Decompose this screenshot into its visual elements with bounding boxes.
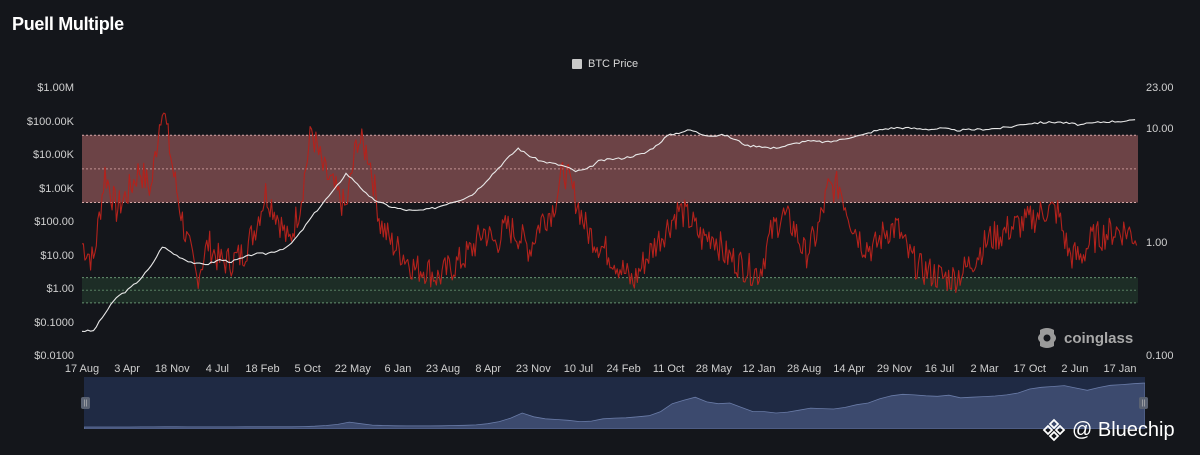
navigator-area-chart: [84, 382, 1145, 429]
x-axis-tick: 8 Apr: [475, 363, 502, 375]
left-axis-tick: $0.1000: [34, 316, 74, 329]
watermark-text: coinglass: [1064, 329, 1134, 347]
left-axis-tick: $1.00K: [39, 182, 74, 195]
x-axis-tick: 11 Oct: [652, 363, 685, 375]
left-axis-tick: $10.00: [40, 249, 74, 262]
x-axis-tick: 18 Feb: [245, 363, 280, 375]
right-axis-tick: 10.00: [1146, 123, 1174, 136]
x-axis-tick: 17 Aug: [64, 363, 100, 375]
x-axis-tick: 29 Nov: [876, 363, 912, 375]
x-axis-tick: 12 Jan: [742, 363, 776, 375]
coinglass-watermark: coinglass: [1036, 326, 1133, 350]
x-axis-tick: 28 Aug: [786, 363, 822, 375]
left-axis-tick: $100.00: [34, 216, 74, 228]
x-axis-tick: 18 Nov: [154, 363, 190, 375]
right-axis-tick: 0.100: [1146, 350, 1174, 362]
x-axis-tick: 28 May: [695, 363, 732, 375]
left-axis-tick: $0.0100: [34, 350, 74, 362]
range-navigator[interactable]: || ||: [81, 377, 1148, 429]
x-axis-tick: 4 Jul: [205, 363, 230, 375]
x-axis-tick: 23 Nov: [515, 363, 551, 375]
brand-text: @ Bluechip: [1072, 418, 1175, 441]
x-axis-tick: 6 Jan: [384, 363, 412, 375]
left-axis-tick: $10.00K: [33, 149, 74, 161]
navigator-right-handle[interactable]: ||: [1139, 397, 1148, 409]
navigator-left-handle[interactable]: ||: [81, 397, 90, 409]
left-axis-tick: $1.00: [46, 283, 74, 295]
right-axis-tick: 1.00: [1146, 236, 1168, 249]
x-axis-tick: 24 Feb: [606, 363, 641, 375]
left-axis-tick: $1.00M: [37, 82, 74, 94]
x-axis-tick: 10 Jul: [563, 363, 594, 375]
x-axis-tick: 2 Jun: [1061, 363, 1089, 375]
x-axis-tick: 22 May: [334, 363, 371, 375]
x-axis-tick: 5 Oct: [294, 363, 321, 375]
coinglass-logo-icon: [1038, 328, 1056, 348]
x-axis-tick: 3 Apr: [114, 363, 140, 375]
right-axis-tick: 23.00: [1146, 82, 1174, 94]
x-axis-tick: 14 Apr: [833, 363, 866, 375]
x-axis-tick: 16 Jul: [924, 363, 955, 375]
binance-diamond-icon: [1042, 418, 1066, 442]
x-axis-tick: 23 Aug: [425, 363, 461, 375]
brand-watermark: @ Bluechip: [1042, 418, 1175, 442]
x-axis-tick: 2 Mar: [970, 363, 999, 375]
left-axis-tick: $100.00K: [26, 115, 74, 128]
x-axis-tick: 17 Jan: [1103, 363, 1137, 375]
x-axis-tick: 17 Oct: [1013, 363, 1046, 375]
navigator-area: [84, 382, 1145, 429]
